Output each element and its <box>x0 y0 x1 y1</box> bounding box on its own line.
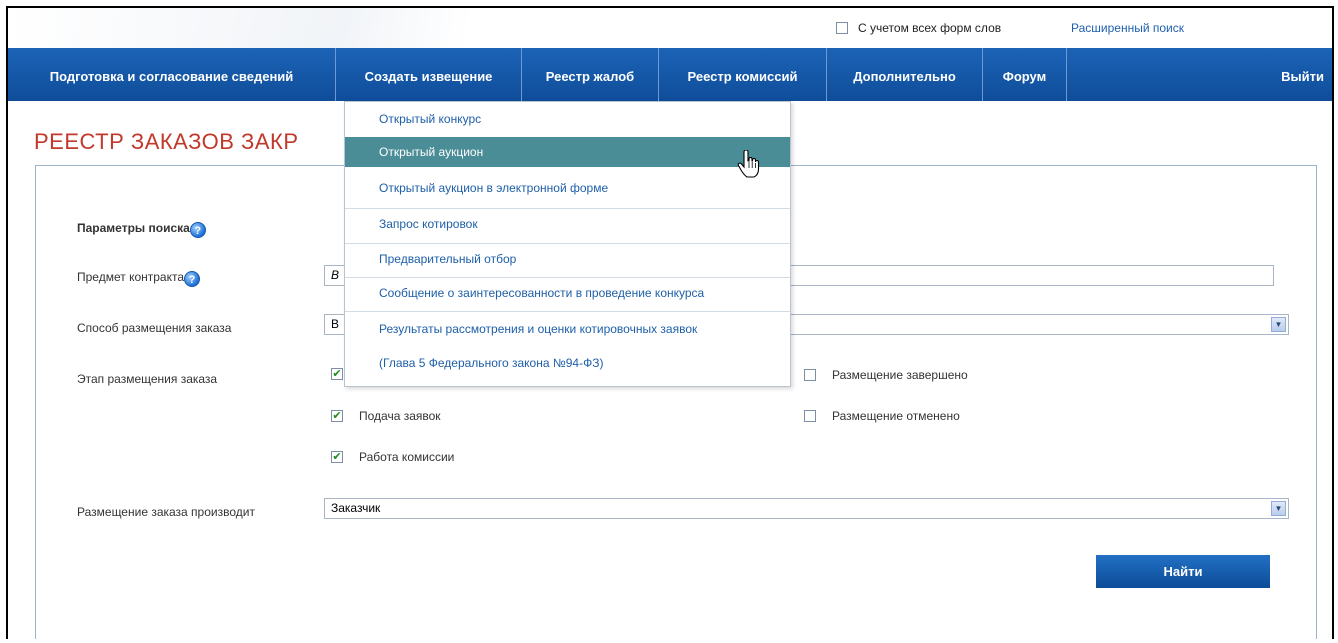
stage-completed-row[interactable]: Размещение завершено <box>804 368 968 382</box>
menu-item-chapter5-note[interactable]: (Глава 5 Федерального закона №94-ФЗ) <box>345 350 790 376</box>
menu-item-interest-message[interactable]: Сообщение о заинтересованности в проведе… <box>345 278 790 308</box>
placed-by-label: Размещение заказа производит <box>77 505 255 519</box>
nav-item-create-notice[interactable]: Создать извещение <box>336 48 522 101</box>
search-params-label: Параметры поиска? <box>77 221 206 238</box>
stage-commission-label: Работа комиссии <box>359 450 455 464</box>
menu-divider <box>345 311 790 312</box>
placement-stage-label: Этап размещения заказа <box>77 372 218 386</box>
menu-item-electronic-auction[interactable]: Открытый аукцион в электронной форме <box>345 174 790 202</box>
stage-commission-row[interactable]: ✔ Работа комиссии <box>331 450 454 464</box>
nav-item-forum[interactable]: Форум <box>983 48 1067 101</box>
find-button[interactable]: Найти <box>1096 555 1270 588</box>
nav-item-additional[interactable]: Дополнительно <box>827 48 983 101</box>
check-icon[interactable]: ✔ <box>331 368 343 380</box>
stage-submission-checkbox[interactable]: ✔ <box>331 410 343 422</box>
placement-method-label: Способ размещения заказа <box>77 321 232 335</box>
nav-item-prepare[interactable]: Подготовка и согласование сведений <box>8 48 336 101</box>
menu-item-open-contest[interactable]: Открытый конкурс <box>345 105 790 133</box>
advanced-search-link[interactable]: Расширенный поиск <box>1071 21 1184 35</box>
stage-completed-checkbox[interactable] <box>804 369 816 381</box>
placement-method-value: В <box>331 317 340 331</box>
stage-commission-checkbox[interactable]: ✔ <box>331 451 343 463</box>
stage-hidden-checkbox-row[interactable]: ✔ <box>331 368 343 380</box>
help-icon[interactable]: ? <box>184 271 201 287</box>
contract-subject-label: Предмет контракта? <box>77 270 201 287</box>
chevron-down-icon[interactable]: ▼ <box>1271 501 1286 516</box>
stage-completed-label: Размещение завершено <box>832 368 968 382</box>
nav-item-commissions[interactable]: Реестр комиссий <box>659 48 827 101</box>
create-notice-dropdown: Открытый конкурс Открытый аукцион Открыт… <box>344 101 791 387</box>
top-strip: С учетом всех форм слов Расширенный поис… <box>8 8 1332 48</box>
help-icon[interactable]: ? <box>189 222 206 238</box>
stage-submission-row[interactable]: ✔ Подача заявок <box>331 409 441 423</box>
placed-by-select[interactable]: Заказчик ▼ <box>324 498 1289 519</box>
all-word-forms-option[interactable]: С учетом всех форм слов <box>836 21 1001 35</box>
page-title: РЕЕСТР ЗАКАЗОВ ЗАКР <box>34 129 299 154</box>
menu-item-quotation-results[interactable]: Результаты рассмотрения и оценки котиров… <box>345 316 790 342</box>
menu-item-preselection[interactable]: Предварительный отбор <box>345 244 790 274</box>
stage-submission-label: Подача заявок <box>359 409 441 423</box>
all-word-forms-checkbox[interactable] <box>836 22 848 34</box>
stage-cancelled-label: Размещение отменено <box>832 409 960 423</box>
hand-pointer-icon <box>737 150 760 178</box>
menu-item-open-auction[interactable]: Открытый аукцион <box>345 137 790 167</box>
main-nav: Подготовка и согласование сведений Созда… <box>8 48 1332 101</box>
chevron-down-icon[interactable]: ▼ <box>1271 317 1286 332</box>
logout-link[interactable]: Выйти <box>1281 48 1324 105</box>
browser-frame: С учетом всех форм слов Расширенный поис… <box>6 6 1334 639</box>
nav-item-complaints[interactable]: Реестр жалоб <box>522 48 659 101</box>
placed-by-value: Заказчик <box>331 501 381 515</box>
stage-cancelled-row[interactable]: Размещение отменено <box>804 409 960 423</box>
menu-item-quotation-request[interactable]: Запрос котировок <box>345 209 790 239</box>
stage-cancelled-checkbox[interactable] <box>804 410 816 422</box>
all-word-forms-label: С учетом всех форм слов <box>858 21 1002 35</box>
